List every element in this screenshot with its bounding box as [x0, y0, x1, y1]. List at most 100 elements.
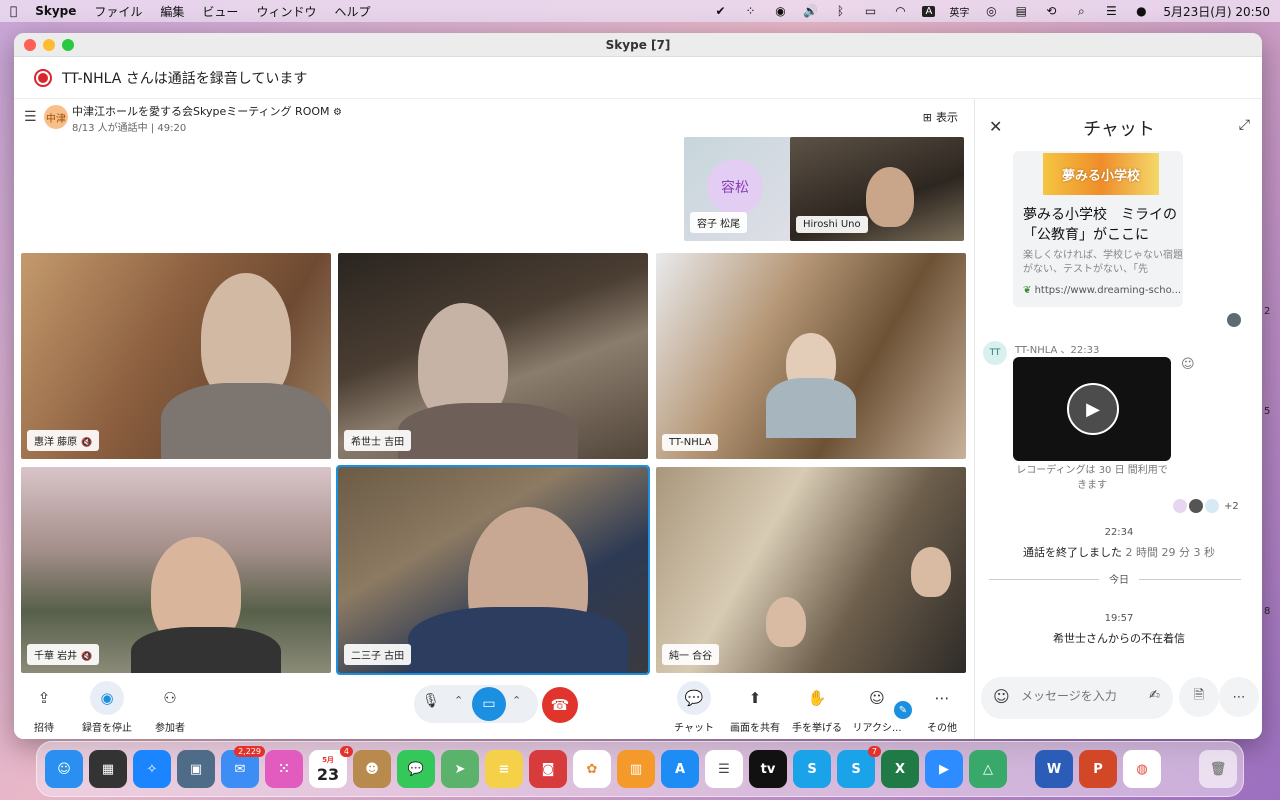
skype-badge: 7: [867, 746, 881, 757]
books-icon[interactable]: ▥: [617, 750, 655, 788]
menu-help[interactable]: ヘルプ: [334, 3, 370, 20]
menu-app-name[interactable]: Skype: [35, 4, 76, 18]
battery-icon[interactable]: ▭: [862, 4, 878, 18]
expand-icon[interactable]: ⤢: [1239, 117, 1250, 133]
participant-body: [131, 627, 281, 673]
menu-view[interactable]: ビュー: [202, 3, 238, 20]
pen-icon[interactable]: ✎: [894, 701, 912, 719]
participant-thumbnail[interactable]: Hiroshi Uno: [790, 137, 964, 241]
ime-label[interactable]: 英字: [949, 4, 969, 19]
siri-icon[interactable]: ●: [1133, 4, 1149, 18]
skype-alt-icon[interactable]: S7: [837, 746, 881, 788]
trash-icon[interactable]: 🗑: [1199, 750, 1237, 788]
attach-file-button[interactable]: 🗎: [1179, 677, 1219, 717]
status-grid-icon[interactable]: ⁘: [742, 4, 758, 18]
reminders-icon[interactable]: ☰: [705, 750, 743, 788]
more-options-button[interactable]: ⋯: [1219, 677, 1259, 717]
control-center-icon[interactable]: ☰: [1103, 4, 1119, 18]
apple-tv-icon[interactable]: tv: [749, 750, 787, 788]
search-icon[interactable]: ⌕: [1073, 4, 1089, 18]
app-store-icon[interactable]: A: [661, 750, 699, 788]
share-screen-button[interactable]: ⬆ 画面を共有: [728, 681, 782, 734]
volume-icon[interactable]: 🔊: [802, 4, 818, 18]
participant-tile[interactable]: 千華 岩井 🔇: [21, 467, 331, 673]
phone-hangup-icon: ☎: [550, 696, 570, 714]
finder-icon[interactable]: ☺: [45, 750, 83, 788]
menu-file[interactable]: ファイル: [94, 3, 142, 20]
apple-icon[interactable]: : [10, 4, 17, 18]
emoji-icon[interactable]: ☺: [993, 687, 1010, 706]
wifi-icon[interactable]: ◠: [892, 4, 908, 18]
avatar[interactable]: TT: [983, 341, 1007, 365]
settings-gear-icon[interactable]: ⚙: [333, 107, 342, 118]
stop-recording-button[interactable]: ◉ 録音を停止: [78, 681, 136, 734]
zoom-icon[interactable]: ▶: [925, 750, 963, 788]
participant-tile[interactable]: 純一 合谷: [656, 467, 966, 673]
recording-banner-text: TT-NHLA さんは通話を録音しています: [62, 70, 308, 87]
zoom-window-button[interactable]: [62, 39, 74, 51]
mail-icon[interactable]: ✉ 2,229: [221, 746, 265, 788]
raise-hand-button[interactable]: ✋ 手を挙げる: [792, 681, 842, 734]
preview-icon[interactable]: ▣: [177, 750, 215, 788]
mission-control-icon[interactable]: ▦: [89, 750, 127, 788]
participant-name-text: 惠洋 藤原: [34, 437, 78, 448]
excel-icon[interactable]: X: [881, 750, 919, 788]
message-input[interactable]: [1021, 689, 1141, 703]
minimize-window-button[interactable]: [43, 39, 55, 51]
format-pen-icon[interactable]: ✍: [1149, 688, 1160, 703]
group-name[interactable]: 中津江ホールを愛する会Skypeミーティング ROOM ⚙: [72, 103, 342, 119]
ime-icon[interactable]: A: [922, 5, 936, 17]
participants-button[interactable]: ⚇ 参加者: [150, 681, 190, 734]
participant-tile-active[interactable]: 二三子 古田: [336, 465, 650, 675]
calendar-icon[interactable]: 5月 23 4: [309, 746, 353, 788]
invite-button[interactable]: ⇪ 招待: [26, 681, 62, 734]
photos-icon[interactable]: ✿: [573, 750, 611, 788]
participant-tile[interactable]: TT-NHLA: [656, 253, 966, 459]
group-avatar[interactable]: 中津: [44, 105, 68, 129]
call-toolbar: ⇪ 招待 ◉ 録音を停止 ⚇ 参加者 🎙 ⌃ ▭ ⌃ ☎ 💬 チャット ⬆ 画面…: [14, 675, 974, 739]
menu-icon[interactable]: ☰: [24, 109, 37, 125]
menu-edit[interactable]: 編集: [160, 3, 184, 20]
avatar: 容松: [707, 159, 763, 215]
more-dots-icon: ⋯: [934, 689, 950, 707]
share-icon: ⇪: [37, 689, 51, 707]
time-machine-icon[interactable]: ⟲: [1043, 4, 1059, 18]
play-icon[interactable]: ▶: [1067, 383, 1119, 435]
menu-window[interactable]: ウィンドウ: [256, 3, 316, 20]
notes-icon[interactable]: ≡: [485, 750, 523, 788]
hang-up-button[interactable]: ☎: [542, 687, 578, 723]
contacts-icon[interactable]: ☻: [353, 750, 391, 788]
chat-button[interactable]: 💬 チャット: [674, 681, 714, 734]
maps-icon[interactable]: ➤: [441, 750, 479, 788]
view-button[interactable]: ⊞ 表示: [923, 109, 958, 125]
add-reaction-icon[interactable]: ☺: [1181, 357, 1195, 372]
bluetooth-icon[interactable]: ᛒ: [832, 4, 848, 18]
av-controls: 🎙 ⌃ ▭ ⌃: [414, 685, 538, 723]
chrome-icon[interactable]: ◍: [1123, 750, 1161, 788]
launchpad-icon[interactable]: ⁙: [265, 750, 303, 788]
camera-icon[interactable]: ▭: [472, 687, 506, 721]
drive-icon[interactable]: △: [969, 750, 1007, 788]
link-preview-card[interactable]: 夢みる小学校 夢みる小学校 ミライの「公教育」がここに 楽しくなければ、学校じゃ…: [1013, 151, 1183, 307]
messages-icon[interactable]: 💬: [397, 750, 435, 788]
memory-icon[interactable]: ▤: [1013, 4, 1029, 18]
close-window-button[interactable]: [24, 39, 36, 51]
word-icon[interactable]: W: [1035, 750, 1073, 788]
photo-booth-icon[interactable]: ◙: [529, 750, 567, 788]
camera-options-chevron-icon[interactable]: ⌃: [512, 694, 521, 707]
menu-clock[interactable]: 5月23日(月) 20:50: [1163, 3, 1270, 20]
link-url[interactable]: ❦ https://www.dreaming-scho...: [1023, 285, 1181, 296]
mic-muted-icon[interactable]: 🎙: [422, 693, 440, 709]
status-check-icon[interactable]: ✔: [712, 4, 728, 18]
user-icon[interactable]: ◎: [983, 4, 999, 18]
recording-video[interactable]: ▶: [1013, 357, 1171, 461]
safari-icon[interactable]: ✧: [133, 750, 171, 788]
dock: ☺ ▦ ✧ ▣ ✉ 2,229 ⁙ 5月 23 4 ☻ 💬 ➤ ≡ ◙ ✿ ▥ A ☰…: [36, 741, 1244, 797]
mic-options-chevron-icon[interactable]: ⌃: [454, 694, 463, 707]
participant-tile[interactable]: 惠洋 藤原 🔇: [21, 253, 331, 459]
status-app-icon[interactable]: ◉: [772, 4, 788, 18]
more-button[interactable]: ⋯ その他: [924, 681, 960, 734]
skype-icon[interactable]: S: [793, 750, 831, 788]
participant-tile[interactable]: 希世士 吉田: [338, 253, 648, 459]
powerpoint-icon[interactable]: P: [1079, 750, 1117, 788]
